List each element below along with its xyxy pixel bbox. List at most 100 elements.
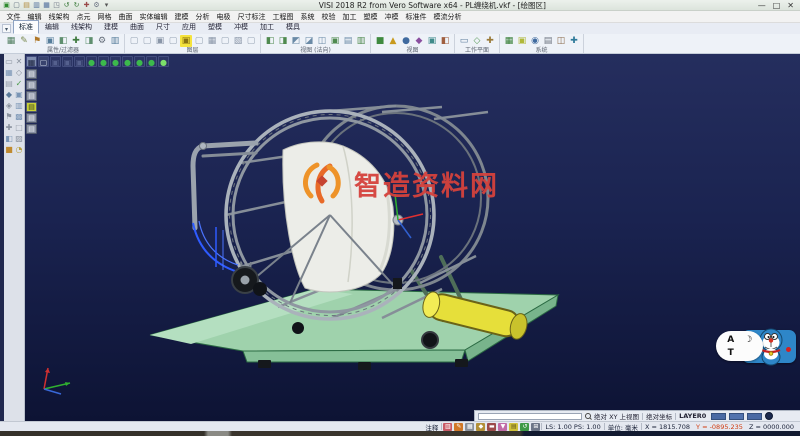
toolbar-tab[interactable]: 曲面 — [124, 20, 150, 34]
toolbar-tab[interactable]: 塑模 — [202, 20, 228, 34]
color-swatch[interactable] — [747, 413, 762, 420]
pen-icon[interactable]: ✎ — [454, 423, 463, 431]
dynamic-view-icon[interactable]: ▣ — [426, 35, 438, 47]
view-layer-button[interactable]: ▤ — [26, 69, 37, 79]
view-slot-button[interactable]: ▣ — [50, 56, 61, 67]
more-options-icon[interactable]: ▾ — [102, 1, 111, 10]
menu-item[interactable]: 冲模 — [381, 12, 402, 22]
menu-item[interactable]: 加工 — [339, 12, 360, 22]
snap-grid-icon[interactable]: ▦ — [4, 68, 14, 78]
select-icon[interactable]: ▭ — [4, 57, 14, 67]
layer-on-off-icon[interactable]: ▧ — [232, 35, 244, 47]
globe-view-button[interactable]: ● — [98, 56, 109, 67]
zoom-window-icon[interactable]: ◆ — [413, 35, 425, 47]
toolbar-tab[interactable]: 编辑 — [39, 20, 65, 34]
menu-item[interactable]: 校验 — [318, 12, 339, 22]
globe-view-button[interactable]: ● — [122, 56, 133, 67]
box-select-icon[interactable]: ▣ — [14, 90, 24, 100]
globe-icon[interactable] — [765, 412, 773, 420]
paint-attribute-icon[interactable]: ⚑ — [31, 35, 43, 47]
open-folder-icon[interactable]: ▤ — [22, 1, 31, 10]
annotation-style-icon[interactable]: ▥ — [443, 423, 452, 431]
print-icon[interactable]: ◳ — [52, 1, 61, 10]
layer-icon[interactable]: ▢ — [167, 35, 179, 47]
grid-toggle-icon[interactable]: ⊞ — [531, 423, 540, 431]
mesh-icon[interactable]: ▨ — [14, 134, 24, 144]
layer-icon[interactable]: ▢ — [141, 35, 153, 47]
toolbar-tab[interactable]: 尺寸 — [150, 20, 176, 34]
new-file-icon[interactable]: ▢ — [12, 1, 21, 10]
snap-mid-icon[interactable]: ◆ — [4, 90, 14, 100]
menu-item[interactable]: 模流分析 — [430, 12, 465, 22]
grid-snap-icon[interactable]: ▦ — [465, 423, 474, 431]
text-annotate-button[interactable]: A — [727, 335, 734, 345]
toolbar-tab[interactable]: 冲模 — [228, 20, 254, 34]
add-filter-icon[interactable]: ✚ — [70, 35, 82, 47]
list-filter-icon[interactable]: ▥ — [109, 35, 121, 47]
snap-point-icon[interactable]: ◇ — [14, 68, 24, 78]
globe-view-button[interactable]: ● — [110, 56, 121, 67]
toolbar-tab[interactable]: 加工 — [254, 20, 280, 34]
archive-icon[interactable]: ◫ — [555, 35, 567, 47]
layer-manager-icon[interactable]: ▦ — [206, 35, 218, 47]
view-layer-button[interactable]: ▤ — [26, 91, 37, 101]
globe-view-button[interactable]: ● — [134, 56, 145, 67]
refresh-icon[interactable]: ↺ — [520, 423, 529, 431]
ortho-icon[interactable]: ▬ — [487, 423, 496, 431]
view-slot-button[interactable]: ▣ — [74, 56, 85, 67]
save-all-icon[interactable]: ▦ — [42, 1, 51, 10]
maximize-button[interactable]: □ — [773, 1, 781, 10]
match-properties-icon[interactable]: ▣ — [44, 35, 56, 47]
flag-icon[interactable]: ⚑ — [4, 112, 14, 122]
marker-icon[interactable]: ▼ — [498, 423, 507, 431]
wireframe-view-icon[interactable]: ▲ — [387, 35, 399, 47]
3d-model[interactable] — [143, 82, 573, 372]
filter-icon[interactable]: ◧ — [57, 35, 69, 47]
view-mode-label[interactable]: 绝对 XY 上视图 — [594, 411, 639, 421]
layer-icon[interactable]: ▢ — [245, 35, 257, 47]
menu-item[interactable]: 塑模 — [360, 12, 381, 22]
view-back-icon[interactable]: ▣ — [329, 35, 341, 47]
active-layer-icon[interactable]: ▣ — [180, 35, 192, 47]
hatch-icon[interactable]: ▩ — [14, 112, 24, 122]
app-icon[interactable]: ▣ — [2, 1, 11, 10]
add-icon[interactable]: ✚ — [82, 1, 91, 10]
add-entity-icon[interactable]: ✚ — [4, 123, 14, 133]
menu-item[interactable]: 标准件 — [402, 12, 430, 22]
view-iso-icon[interactable]: ▤ — [342, 35, 354, 47]
view-right-icon[interactable]: ◪ — [303, 35, 315, 47]
view-layer-button[interactable]: ▤ — [26, 113, 37, 123]
globe-view-active-button[interactable]: ● — [158, 56, 169, 67]
half-view-icon[interactable]: ◧ — [4, 134, 14, 144]
minimize-button[interactable]: — — [758, 1, 766, 10]
color-swatch[interactable] — [729, 413, 744, 420]
section-view-icon[interactable]: ◧ — [439, 35, 451, 47]
pan-button[interactable]: ▢ — [38, 56, 49, 67]
system-settings-icon[interactable]: ▦ — [503, 35, 515, 47]
layer-icon[interactable]: ▢ — [219, 35, 231, 47]
snap-center-icon[interactable]: ◈ — [4, 101, 14, 111]
view-left-icon[interactable]: ◩ — [290, 35, 302, 47]
view-bottom-icon[interactable]: ◨ — [277, 35, 289, 47]
workplane-icon[interactable]: ▭ — [458, 35, 470, 47]
command-search-input[interactable] — [478, 413, 582, 420]
table-icon[interactable]: ▤ — [542, 35, 554, 47]
dark-mode-button[interactable]: ☽ — [744, 335, 752, 345]
measure-icon[interactable]: ■ — [4, 145, 14, 155]
toolbar-tab[interactable]: 标准 — [13, 20, 39, 34]
filter-settings-icon[interactable]: ⚙ — [96, 35, 108, 47]
confirm-icon[interactable]: ✓ — [14, 79, 24, 89]
drawing-canvas[interactable]: ▦▢▣▣▣●●●●●●● ▤▤▤▤▤▤ — [25, 54, 800, 421]
workplane-align-icon[interactable]: ◇ — [471, 35, 483, 47]
layer-filter-icon[interactable]: ▤ — [4, 79, 14, 89]
layer-icon[interactable]: ▣ — [154, 35, 166, 47]
view-slot-button[interactable]: ▣ — [62, 56, 73, 67]
layer-icon[interactable]: ▢ — [193, 35, 205, 47]
history-icon[interactable]: ◔ — [14, 145, 24, 155]
toolbar-tab[interactable]: 应用 — [176, 20, 202, 34]
edit-attribute-icon[interactable]: ✎ — [18, 35, 30, 47]
attribute-icon[interactable]: ▦ — [5, 35, 17, 47]
workplane-new-icon[interactable]: ✚ — [484, 35, 496, 47]
search-icon[interactable] — [585, 413, 591, 419]
toolbar-tab[interactable]: 建模 — [98, 20, 124, 34]
